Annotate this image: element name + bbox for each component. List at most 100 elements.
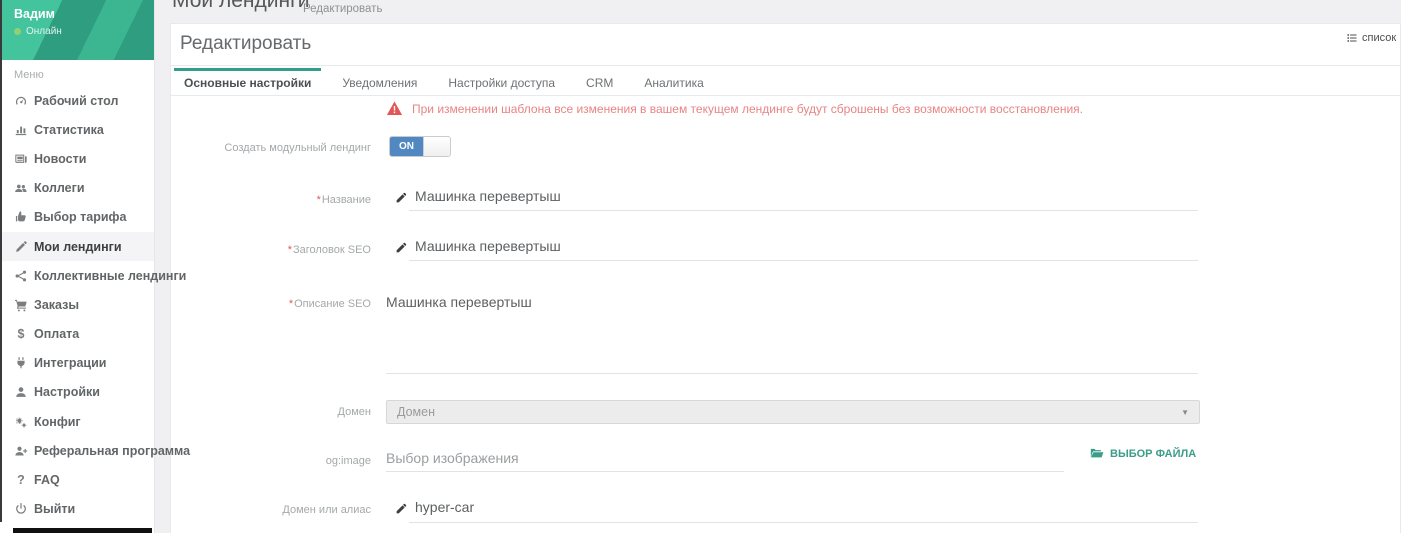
list-button[interactable]: список bbox=[1346, 32, 1396, 44]
dashboard-icon bbox=[13, 93, 29, 109]
hand-pointer-icon bbox=[13, 209, 29, 225]
input-underline bbox=[386, 471, 1064, 472]
breadcrumb-title: Мои лендинги bbox=[172, 0, 309, 13]
sidebar-item-label: Выбор тарифа bbox=[34, 210, 126, 224]
tab-access-settings[interactable]: Настройки доступа bbox=[438, 68, 565, 95]
pencil-icon bbox=[395, 191, 408, 204]
textarea-underline bbox=[386, 373, 1198, 374]
choose-file-button[interactable]: ВЫБОР ФАЙЛА bbox=[1090, 448, 1196, 460]
user-plus-icon bbox=[13, 443, 29, 459]
domain-select-value: Домен bbox=[397, 405, 1181, 419]
list-button-label: список bbox=[1362, 32, 1396, 44]
domain-select[interactable]: Домен ▼ bbox=[386, 400, 1200, 424]
pencil-icon bbox=[395, 502, 408, 515]
sidebar-item-collective-landings[interactable]: Коллективные лендинги bbox=[0, 261, 154, 290]
sidebar-item-settings[interactable]: Настройки bbox=[0, 378, 154, 407]
alias-label: Домен или алиас bbox=[171, 504, 371, 516]
editor-card: Редактировать список Основные настройки … bbox=[170, 23, 1401, 533]
user-status-label: Онлайн bbox=[26, 26, 62, 37]
tab-label: Основные настройки bbox=[184, 76, 311, 90]
field-label-text: Описание SEO bbox=[294, 298, 371, 310]
seo-title-label: *Заголовок SEO bbox=[171, 244, 371, 256]
sidebar-item-label: Рабочий стол bbox=[34, 94, 118, 108]
toggle-knob[interactable] bbox=[423, 137, 450, 156]
input-underline bbox=[409, 260, 1198, 261]
tab-main-settings[interactable]: Основные настройки bbox=[174, 68, 321, 95]
required-asterisk: * bbox=[288, 244, 292, 256]
tab-label: CRM bbox=[586, 76, 613, 90]
sidebar-item-colleagues[interactable]: Коллеги bbox=[0, 174, 154, 203]
tab-analytics[interactable]: Аналитика bbox=[634, 68, 713, 95]
sidebar-item-logout[interactable]: Выйти bbox=[0, 495, 154, 524]
og-image-label: og:image bbox=[171, 455, 371, 467]
input-underline bbox=[409, 522, 1198, 523]
sidebar-item-label: Конфиг bbox=[34, 415, 81, 429]
tab-label: Уведомления bbox=[342, 76, 417, 90]
sidebar-item-orders[interactable]: Заказы bbox=[0, 290, 154, 319]
profile-header[interactable]: Вадим Онлайн bbox=[0, 0, 154, 60]
users-icon bbox=[13, 180, 29, 196]
share-icon bbox=[13, 268, 29, 284]
modular-toggle[interactable]: ON bbox=[389, 136, 451, 157]
shopping-cart-icon bbox=[13, 297, 29, 313]
question-icon: ? bbox=[13, 472, 29, 488]
warning-triangle-icon bbox=[386, 101, 403, 116]
warning-text: При изменении шаблона все изменения в ва… bbox=[412, 102, 1083, 116]
alias-input[interactable]: hyper-car bbox=[415, 499, 474, 515]
field-label-text: Заголовок SEO bbox=[293, 244, 371, 256]
sidebar-item-label: Настройки bbox=[34, 385, 100, 399]
sidebar-item-label: Оплата bbox=[34, 327, 79, 341]
tabs-bar: Основные настройки Уведомления Настройки… bbox=[171, 68, 1400, 96]
sidebar-nav: Рабочий стол Статистика Новости Коллеги … bbox=[0, 86, 154, 524]
sidebar-item-referral[interactable]: Реферальная программа bbox=[0, 436, 154, 465]
og-image-input[interactable]: Выбор изображения bbox=[386, 450, 519, 466]
sidebar-item-label: Выйти bbox=[34, 502, 75, 516]
breadcrumb-current: Редактировать bbox=[303, 3, 382, 15]
sidebar-item-label: Коллеги bbox=[34, 181, 85, 195]
name-input[interactable]: Машинка перевертыш bbox=[415, 188, 561, 204]
form-body: При изменении шаблона все изменения в ва… bbox=[171, 96, 1400, 533]
sidebar-item-label: Заказы bbox=[34, 298, 79, 312]
tab-crm[interactable]: CRM bbox=[576, 68, 623, 95]
power-icon bbox=[13, 501, 29, 517]
required-asterisk: * bbox=[317, 194, 321, 206]
tab-notifications[interactable]: Уведомления bbox=[332, 68, 427, 95]
domain-label: Домен bbox=[171, 406, 371, 418]
seo-description-textarea[interactable]: Машинка перевертыш bbox=[386, 294, 532, 310]
sidebar: Вадим Онлайн Меню Рабочий стол Статистик… bbox=[0, 0, 155, 533]
sidebar-item-my-landings[interactable]: Мои лендинги bbox=[0, 232, 154, 261]
sidebar-item-stats[interactable]: Статистика bbox=[0, 115, 154, 144]
sidebar-item-integrations[interactable]: Интеграции bbox=[0, 349, 154, 378]
field-label-text: Название bbox=[322, 194, 371, 206]
sidebar-item-label: Коллективные лендинги bbox=[34, 269, 186, 283]
name-label: *Название bbox=[171, 194, 371, 206]
sidebar-item-dashboard[interactable]: Рабочий стол bbox=[0, 86, 154, 115]
sidebar-item-label: Интеграции bbox=[34, 356, 106, 370]
seo-description-label: *Описание SEO bbox=[171, 298, 371, 310]
list-icon bbox=[1346, 32, 1358, 44]
newspaper-icon bbox=[13, 151, 29, 167]
tab-label: Настройки доступа bbox=[448, 76, 555, 90]
plug-icon bbox=[13, 355, 29, 371]
chevron-down-icon: ▼ bbox=[1181, 408, 1189, 417]
menu-section-label: Меню bbox=[0, 60, 154, 86]
sidebar-item-label: Реферальная программа bbox=[34, 444, 190, 458]
card-header: Редактировать список bbox=[171, 24, 1400, 66]
sidebar-item-payment[interactable]: $ Оплата bbox=[0, 320, 154, 349]
sidebar-item-faq[interactable]: ? FAQ bbox=[0, 465, 154, 494]
choose-file-label: ВЫБОР ФАЙЛА bbox=[1110, 448, 1196, 460]
input-underline bbox=[409, 210, 1198, 211]
sidebar-item-label: Новости bbox=[34, 152, 86, 166]
window-left-edge bbox=[0, 0, 2, 522]
user-status: Онлайн bbox=[14, 26, 62, 37]
tab-label: Аналитика bbox=[644, 76, 703, 90]
sidebar-item-tariff[interactable]: Выбор тарифа bbox=[0, 203, 154, 232]
dollar-icon: $ bbox=[13, 326, 29, 342]
sidebar-item-label: FAQ bbox=[34, 473, 60, 487]
sidebar-item-news[interactable]: Новости bbox=[0, 144, 154, 173]
sidebar-item-config[interactable]: Конфиг bbox=[0, 407, 154, 436]
gears-icon bbox=[13, 414, 29, 430]
seo-title-input[interactable]: Машинка перевертыш bbox=[415, 238, 561, 254]
toggle-on-segment: ON bbox=[390, 137, 423, 156]
bar-chart-icon bbox=[13, 122, 29, 138]
